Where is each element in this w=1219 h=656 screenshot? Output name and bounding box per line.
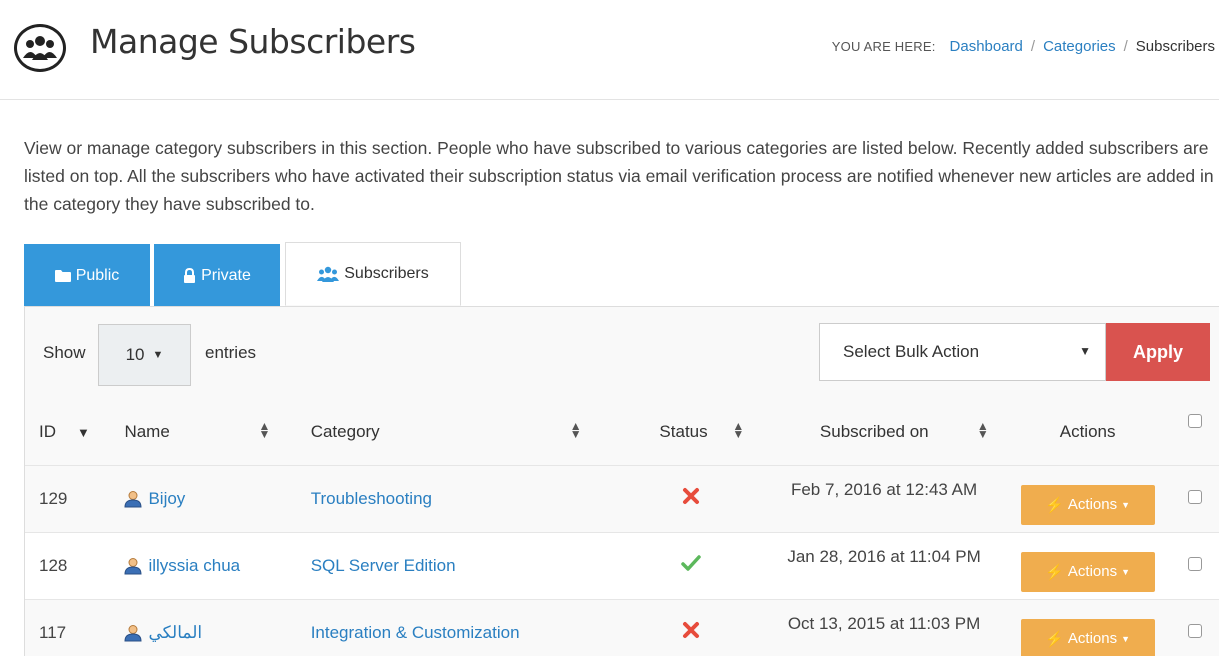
folder-icon xyxy=(54,270,71,282)
page-header: Manage Subscribers YOU ARE HERE: Dashboa… xyxy=(0,0,1219,100)
lock-icon xyxy=(184,268,196,283)
page-title: Manage Subscribers xyxy=(90,22,416,61)
sort-icon: ▲ ▼ xyxy=(569,419,582,441)
row-checkbox[interactable] xyxy=(1187,489,1202,504)
subscribers-panel: Show 10 ▼ entries Select Bulk Action ▼ A… xyxy=(24,306,1219,656)
user-icon xyxy=(124,557,142,574)
row-category: Troubleshooting xyxy=(293,464,620,532)
bulk-action-value: Select Bulk Action xyxy=(843,342,980,361)
bulk-action-select[interactable]: Select Bulk Action ▼ xyxy=(819,323,1106,381)
bolt-icon: ⚡ xyxy=(1045,563,1064,581)
breadcrumb-categories-link[interactable]: Categories xyxy=(1043,38,1116,55)
sort-icon: ▲ ▼ xyxy=(976,419,989,441)
row-subscribed-on: Feb 7, 2016 at 12:43 AM xyxy=(761,464,1007,532)
users-icon xyxy=(14,24,66,72)
subscriber-name-link[interactable]: illyssia chua xyxy=(148,556,240,576)
row-select xyxy=(1169,464,1219,532)
caret-down-icon: ▼ xyxy=(1121,566,1131,577)
table-row: 128 illyssia chua SQL Server Edition Jan… xyxy=(25,531,1219,599)
column-header-status[interactable]: Status ▲ ▼ xyxy=(619,399,762,465)
breadcrumb-current: Subscribers xyxy=(1135,38,1215,55)
tab-public-label: Public xyxy=(75,266,120,284)
row-checkbox[interactable] xyxy=(1187,623,1202,638)
tab-public[interactable]: Public xyxy=(24,244,150,307)
tab-private-label: Private xyxy=(201,266,251,284)
user-icon xyxy=(124,490,142,507)
row-id: 117 xyxy=(25,598,109,656)
tab-private[interactable]: Private xyxy=(154,244,280,307)
column-header-actions: Actions xyxy=(1059,421,1116,441)
row-actions: ⚡ Actions ▼ xyxy=(1006,598,1170,656)
row-id: 129 xyxy=(25,464,109,532)
row-subscribed-on: Oct 13, 2015 at 11:03 PM xyxy=(761,598,1007,656)
column-header-category[interactable]: Category ▲ ▼ xyxy=(294,399,620,465)
breadcrumb-separator: / xyxy=(1123,38,1128,55)
select-all-checkbox[interactable] xyxy=(1187,414,1202,428)
row-name: illyssia chua xyxy=(108,531,294,599)
section-description: View or manage category subscribers in t… xyxy=(24,138,1214,214)
row-actions: ⚡ Actions ▼ xyxy=(1006,464,1170,532)
subscriber-name-link[interactable]: Bijoy xyxy=(148,489,185,509)
row-status xyxy=(619,598,762,656)
row-id: 128 xyxy=(25,531,109,599)
caret-down-icon: ▼ xyxy=(1079,344,1091,358)
row-category: Integration & Customization xyxy=(293,598,620,656)
tab-subscribers-label: Subscribers xyxy=(344,265,429,282)
sort-icon: ▲ ▼ xyxy=(258,419,271,441)
row-select xyxy=(1169,598,1219,656)
actions-dropdown-button[interactable]: ⚡ Actions ▼ xyxy=(1020,484,1155,525)
user-icon xyxy=(124,624,142,642)
row-name: Bijoy xyxy=(108,464,294,532)
sort-desc-icon: ▼ xyxy=(77,425,90,440)
apply-button[interactable]: Apply xyxy=(1106,323,1210,381)
row-status xyxy=(619,531,762,599)
caret-down-icon: ▼ xyxy=(1121,499,1131,510)
entries-select[interactable]: 10 ▼ xyxy=(98,324,191,386)
row-checkbox[interactable] xyxy=(1187,556,1202,571)
entries-value: 10 xyxy=(125,345,145,364)
cross-icon xyxy=(682,622,699,639)
subscriber-name-link[interactable]: المالكي xyxy=(148,623,202,643)
actions-dropdown-button[interactable]: ⚡ Actions ▼ xyxy=(1020,551,1155,592)
bolt-icon: ⚡ xyxy=(1045,630,1064,648)
entries-label: entries xyxy=(205,343,257,362)
table-header-row: ID ▼ Name ▲ ▼ Category ▲ ▼ Status ▲ ▼ Subsc… xyxy=(25,399,1219,465)
row-actions: ⚡ Actions ▼ xyxy=(1006,531,1170,599)
cross-icon xyxy=(682,488,699,504)
column-header-subscribed-on[interactable]: Subscribed on ▲ ▼ xyxy=(762,399,1006,465)
category-link[interactable]: SQL Server Edition xyxy=(311,556,456,575)
subscribers-table: ID ▼ Name ▲ ▼ Category ▲ ▼ Status ▲ ▼ Subsc… xyxy=(25,399,1219,656)
row-select xyxy=(1169,531,1219,599)
bolt-icon: ⚡ xyxy=(1045,496,1064,514)
breadcrumb-prefix: YOU ARE HERE: xyxy=(831,39,936,54)
row-category: SQL Server Edition xyxy=(293,531,620,599)
table-row: 129 Bijoy Troubleshooting Feb 7, 2016 at… xyxy=(25,464,1219,532)
row-name: المالكي xyxy=(108,598,294,656)
category-link[interactable]: Troubleshooting xyxy=(311,489,432,508)
sort-icon: ▲ ▼ xyxy=(732,419,745,441)
breadcrumb-separator: / xyxy=(1030,38,1036,55)
column-header-id[interactable]: ID ▼ xyxy=(25,399,108,465)
breadcrumb: YOU ARE HERE: Dashboard / Categories / S… xyxy=(832,38,1215,55)
row-subscribed-on: Jan 28, 2016 at 11:04 PM xyxy=(761,531,1007,599)
tab-subscribers[interactable]: Subscribers xyxy=(285,242,461,306)
breadcrumb-dashboard-link[interactable]: Dashboard xyxy=(950,38,1023,55)
column-header-select-all[interactable] xyxy=(1169,399,1219,465)
caret-down-icon: ▼ xyxy=(152,349,164,361)
category-link[interactable]: Integration & Customization xyxy=(311,623,520,642)
table-row: 117 المالكي Integration & Customization … xyxy=(25,598,1219,656)
show-label: Show xyxy=(43,343,86,362)
checkmark-icon xyxy=(680,555,701,571)
actions-dropdown-button[interactable]: ⚡ Actions ▼ xyxy=(1020,618,1155,656)
users-icon xyxy=(317,266,340,282)
caret-down-icon: ▼ xyxy=(1121,633,1131,644)
row-status xyxy=(619,464,762,532)
column-header-name[interactable]: Name ▲ ▼ xyxy=(108,399,293,465)
